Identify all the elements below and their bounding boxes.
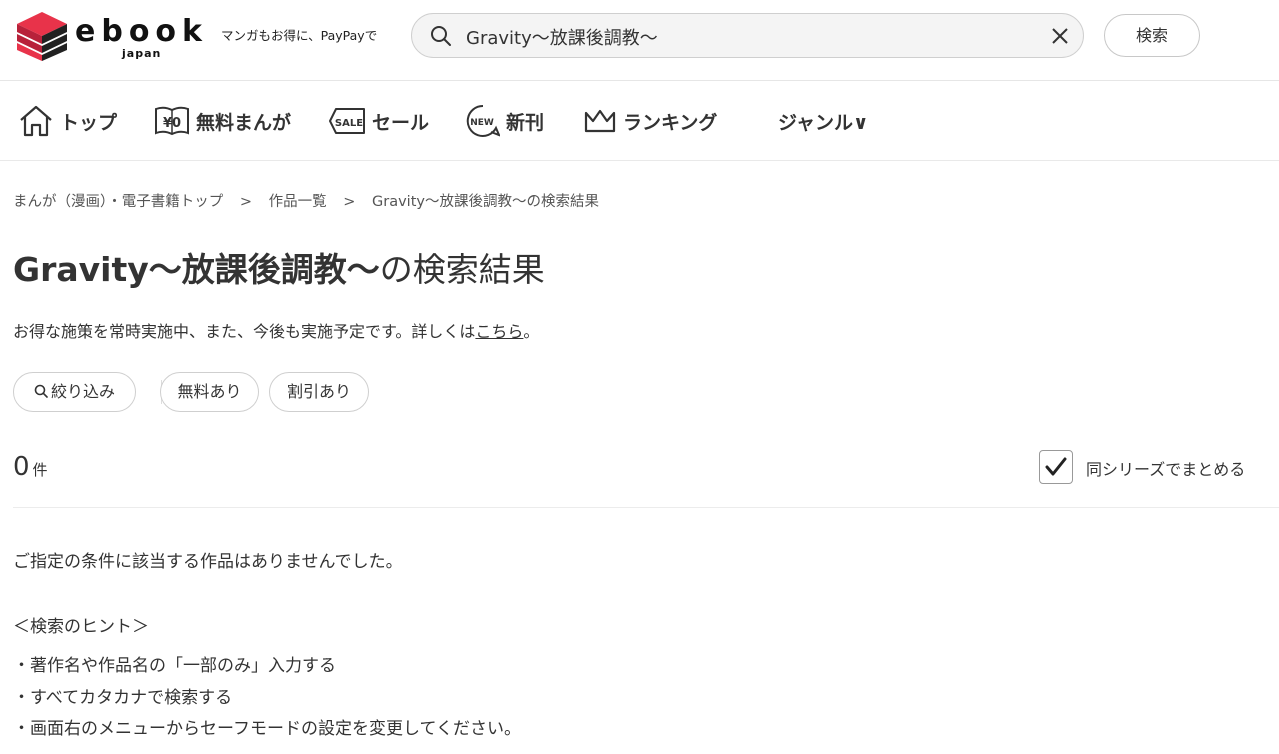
logo-wordmark: ebook bbox=[75, 14, 208, 49]
nav-label-top: トップ bbox=[60, 111, 118, 134]
search-icon bbox=[34, 384, 48, 398]
search-hint-item: ・すべてカタカナで検索する bbox=[13, 688, 233, 708]
header-tagline: マンガもお得に、PayPayで bbox=[221, 28, 378, 43]
search-hint-item: ・著作名や作品名の「一部のみ」入力する bbox=[13, 656, 336, 676]
group-series-checkbox[interactable] bbox=[1039, 450, 1073, 484]
promo-details-link[interactable]: こちら bbox=[475, 322, 523, 341]
breadcrumb-separator: > bbox=[239, 194, 253, 210]
result-count-unit: 件 bbox=[32, 461, 48, 479]
new-badge-icon: NEW bbox=[466, 104, 500, 137]
book-stack-logo-icon bbox=[17, 12, 67, 61]
no-results-message: ご指定の条件に該当する作品はありませんでした。 bbox=[13, 552, 403, 572]
checkmark-icon bbox=[1045, 457, 1067, 476]
promo-notice-text: お得な施策を常時実施中、また、今後も実施予定です。詳しくは bbox=[13, 322, 476, 341]
nav-item-sale[interactable]: SALE セール bbox=[328, 101, 429, 141]
narrow-filter-label: 絞り込み bbox=[50, 382, 115, 401]
nav-label-new: 新刊 bbox=[506, 111, 545, 134]
narrow-filter-button[interactable]: 絞り込み bbox=[13, 372, 136, 412]
page-title-suffix: の検索結果 bbox=[379, 250, 545, 289]
breadcrumb-separator: > bbox=[343, 194, 356, 210]
page-title: Gravity～放課後調教～の検索結果 bbox=[13, 243, 545, 291]
nav-label-free-manga: 無料まんが bbox=[196, 111, 292, 134]
nav-item-top[interactable]: トップ bbox=[18, 101, 117, 141]
breadcrumb-item-works[interactable]: 作品一覧 bbox=[269, 194, 327, 210]
free-manga-icon: ¥0 bbox=[155, 106, 189, 136]
nav-item-ranking[interactable]: ランキング bbox=[583, 101, 717, 141]
crown-icon bbox=[584, 109, 616, 133]
search-input[interactable]: Gravity～放課後調教～ bbox=[411, 13, 1084, 58]
svg-text:¥0: ¥0 bbox=[163, 116, 181, 131]
site-header: ebook japan マンガもお得に、PayPayで Gravity～放課後調… bbox=[0, 0, 1279, 81]
promo-notice: お得な施策を常時実施中、また、今後も実施予定です。詳しくはこちら。 bbox=[13, 318, 539, 342]
search-hint-title: ＜検索のヒント＞ bbox=[13, 617, 149, 637]
logo-subtitle: japan bbox=[122, 47, 162, 60]
group-series-label[interactable]: 同シリーズでまとめる bbox=[1086, 456, 1245, 480]
discount-filter-chip[interactable]: 割引あり bbox=[269, 372, 369, 412]
nav-item-genre[interactable]: ジャンル∨ bbox=[772, 101, 868, 141]
section-divider bbox=[13, 507, 1279, 508]
breadcrumb-item-top[interactable]: まんが（漫画）・電子書籍トップ bbox=[13, 194, 223, 210]
nav-label-ranking: ランキング bbox=[623, 111, 718, 134]
svg-text:SALE: SALE bbox=[335, 118, 363, 129]
promo-notice-end: 。 bbox=[523, 322, 540, 341]
clear-icon[interactable] bbox=[1049, 25, 1071, 47]
search-hint-item: ・画面右のメニューからセーフモードの設定を変更してください。 bbox=[13, 719, 521, 739]
nav-item-new[interactable]: NEW 新刊 bbox=[466, 101, 544, 141]
home-icon bbox=[20, 105, 52, 137]
svg-text:NEW: NEW bbox=[470, 118, 494, 128]
search-icon bbox=[431, 26, 451, 46]
main-navigation: トップ ¥0 無料まんが SALE セール NEW 新刊 ランキング ジャンル∨ bbox=[0, 81, 1279, 161]
free-filter-chip[interactable]: 無料あり bbox=[160, 372, 259, 412]
sale-tag-icon: SALE bbox=[329, 108, 365, 134]
nav-label-sale: セール bbox=[372, 111, 430, 134]
result-count: 0件 bbox=[13, 452, 48, 482]
breadcrumb: まんが（漫画）・電子書籍トップ > 作品一覧 > Gravity～放課後調教～の… bbox=[13, 190, 599, 211]
result-count-number: 0 bbox=[13, 452, 30, 482]
ebook-japan-logo[interactable]: ebook japan bbox=[15, 10, 210, 65]
nav-item-free-manga[interactable]: ¥0 無料まんが bbox=[154, 101, 291, 141]
nav-label-genre: ジャンル∨ bbox=[778, 111, 869, 134]
breadcrumb-item-current: Gravity～放課後調教～の検索結果 bbox=[372, 194, 599, 210]
page-title-query: Gravity～放課後調教～ bbox=[13, 250, 380, 289]
search-query-text[interactable]: Gravity～放課後調教～ bbox=[466, 24, 658, 50]
search-button[interactable]: 検索 bbox=[1104, 14, 1200, 57]
